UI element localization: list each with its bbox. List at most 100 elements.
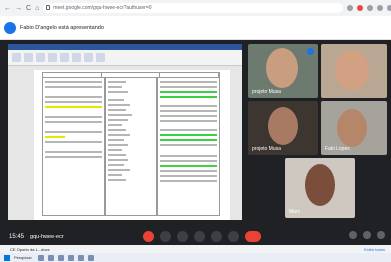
text-line [108,164,124,166]
camera-icon[interactable] [160,231,171,242]
mic-off-icon[interactable] [143,231,154,242]
ribbon-tool-icon [60,53,69,62]
raise-hand-icon[interactable] [194,231,205,242]
people-icon[interactable] [363,231,371,239]
text-line [108,179,126,181]
participant-tile[interactable]: projeto Musa [248,101,318,155]
document-page [34,70,230,220]
text-line [108,129,126,131]
leave-call-button[interactable] [245,231,261,242]
text-line [108,124,122,126]
text-line [160,180,217,182]
highlighted-line [45,106,102,108]
text-line [108,99,124,101]
reload-icon[interactable]: C [26,5,31,12]
participant-tile[interactable]: Marc [285,158,355,218]
meeting-time: 15:45 [9,233,25,240]
taskbar-search[interactable]: Pesquisar [14,255,34,260]
document-canvas [8,66,242,220]
ribbon-tool-icon [72,53,81,62]
browser-toolbar: ← → C ⌂ meet.google.com/gqu-hwee-ecr?aut… [0,0,391,16]
text-line [45,141,102,143]
presenter-text: Fabio D'angelo está apresentando [20,24,104,31]
presenter-banner: Fabio D'angelo está apresentando [0,16,391,40]
chat-icon[interactable] [377,231,385,239]
text-line [108,149,122,151]
text-line [45,121,102,123]
highlighted-line [160,165,217,167]
participant-name: projeto Musa [252,89,281,95]
text-line [108,154,126,156]
download-item[interactable]: CE Oporto da L...docx [10,247,50,252]
windows-taskbar: Pesquisar [0,253,391,262]
text-line [160,115,217,117]
ribbon-tool-icon [12,53,21,62]
captions-icon[interactable] [177,231,188,242]
participant-name: Marc [289,209,301,215]
address-bar[interactable]: meet.google.com/gqu-hwee-ecr?authuser=0 [43,3,344,13]
text-line [45,101,102,103]
text-line [108,109,126,111]
taskbar-app-icon[interactable] [38,254,44,261]
windows-start-icon[interactable] [4,254,10,261]
taskbar-app-icon[interactable] [58,254,64,261]
downloads-bar: CE Oporto da L...docx Exibir todos [0,245,391,253]
text-line [108,159,128,161]
ribbon-tool-icon [96,53,105,62]
text-line [108,81,126,83]
participant-video [335,50,369,90]
forward-icon[interactable]: → [15,5,22,12]
back-icon[interactable]: ← [4,5,11,12]
highlighted-line [160,134,217,136]
text-line [160,105,217,107]
meeting-control-bar: 15:45 gqu-hwee-ecr [0,228,391,245]
star-icon[interactable] [347,5,354,11]
text-line [108,119,128,121]
text-line [45,151,102,153]
ribbon-tool-icon [24,53,33,62]
extensions [347,5,391,11]
info-icon[interactable] [349,231,357,239]
menu-icon[interactable] [387,5,391,11]
text-line [160,144,217,146]
present-icon [4,21,16,34]
home-icon[interactable]: ⌂ [35,5,39,12]
taskbar-app-icon[interactable] [78,254,84,261]
extension-icon[interactable] [357,5,364,11]
ribbon-tool-icon [84,53,93,62]
text-line [108,86,122,88]
table-column [105,78,157,216]
highlighted-line [160,96,217,98]
word-ribbon [8,44,242,66]
text-line [45,131,102,133]
highlighted-line [160,91,217,93]
participant-tile[interactable]: Fabi Lopes [321,101,387,155]
present-screen-icon[interactable] [211,231,222,242]
ribbon-tool-icon [36,53,45,62]
text-line [108,139,124,141]
text-line [108,114,132,116]
participant-tile[interactable]: projeto Musa [248,44,318,98]
text-line [160,129,217,131]
more-options-icon[interactable] [228,231,239,242]
view-all-link[interactable]: Exibir todos [364,247,385,252]
participant-video [266,48,298,88]
taskbar-app-icon[interactable] [48,254,54,261]
ribbon-tool-icon [48,53,57,62]
participant-video [268,107,298,145]
meeting-code: gqu-hwee-ecr [30,233,64,240]
extension-icon[interactable] [367,5,374,11]
text-line [160,170,217,172]
participant-video [305,164,335,206]
participant-tile[interactable] [321,44,387,98]
text-line [160,81,217,83]
taskbar-app-icon[interactable] [68,254,74,261]
highlighted-line [160,139,217,141]
text-line [108,91,128,93]
highlighted-line [45,136,65,138]
taskbar-app-icon[interactable] [88,254,94,261]
text-line [45,116,102,118]
profile-icon[interactable] [377,5,384,11]
meeting-stage: projeto Musa projeto Musa Fabi Lopes Mar… [0,40,391,228]
participant-name: Fabi Lopes [325,146,350,152]
